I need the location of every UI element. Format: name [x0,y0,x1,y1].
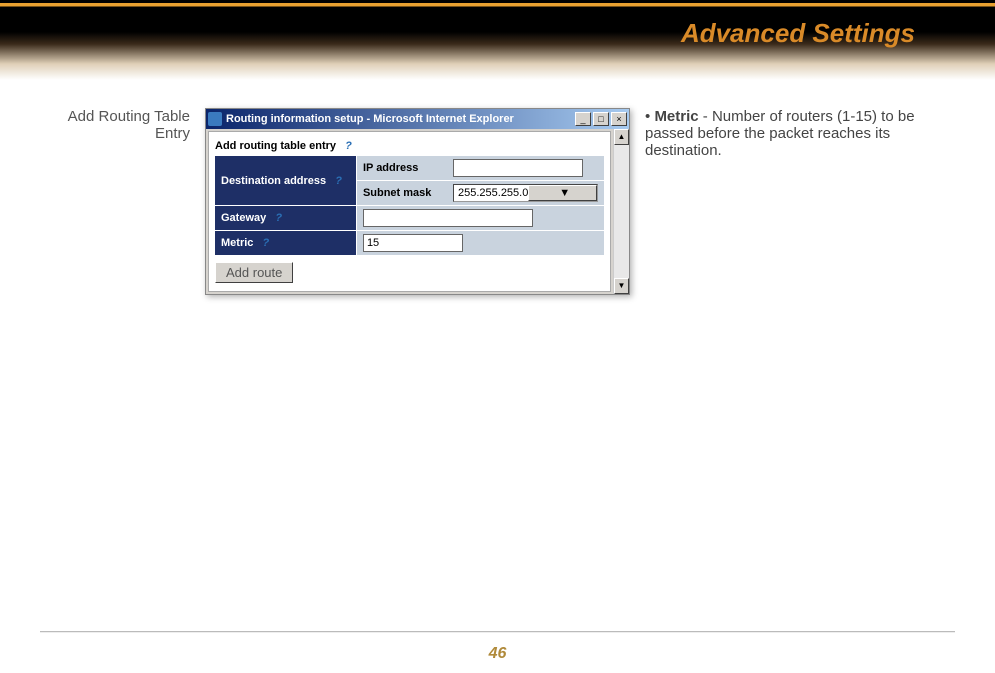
ip-input-cell [447,156,604,181]
footer-divider [40,631,955,633]
ie-icon [208,112,222,126]
scrollbar[interactable]: ▲ ▼ [613,129,629,294]
help-icon[interactable]: ? [275,212,282,224]
dialog-body: Add routing table entry ? Destination ad… [208,131,611,292]
restore-button[interactable]: □ [593,112,609,126]
description-term: Metric [654,108,698,125]
gateway-input[interactable] [363,209,533,227]
dest-label-cell: Destination address ? [215,156,356,206]
help-icon[interactable]: ? [335,175,342,187]
gateway-input-cell [356,206,604,231]
add-route-button[interactable]: Add route [215,262,293,283]
metric-label: Metric [221,237,253,249]
minimize-button[interactable]: _ [575,112,591,126]
form-heading: Add routing table entry ? [215,140,604,156]
subnet-mask-select[interactable]: 255.255.255.0 ▼ [453,184,598,202]
metric-label-cell: Metric ? [215,231,356,256]
routing-dialog: Routing information setup - Microsoft In… [205,108,630,295]
page-number: 46 [0,645,995,663]
form-heading-text: Add routing table entry [215,140,336,152]
scroll-down-icon[interactable]: ▼ [614,278,629,294]
gateway-label-cell: Gateway ? [215,206,356,231]
help-icon[interactable]: ? [345,140,352,152]
close-button[interactable]: × [611,112,627,126]
metric-input-cell [356,231,604,256]
window-titlebar: Routing information setup - Microsoft In… [206,109,629,129]
metric-input[interactable] [363,234,463,252]
mask-input-cell: 255.255.255.0 ▼ [447,181,604,206]
help-icon[interactable]: ? [262,237,269,249]
chevron-down-icon: ▼ [528,185,597,201]
bullet: • [645,108,650,125]
mask-label: Subnet mask [356,181,447,206]
window-title: Routing information setup - Microsoft In… [226,113,573,125]
gateway-label: Gateway [221,212,266,224]
description-text: • Metric - Number of routers (1-15) to b… [645,108,925,159]
routing-form-table: Destination address ? IP address Subnet … [215,156,604,256]
subnet-mask-value: 255.255.255.0 [454,187,528,199]
scroll-up-icon[interactable]: ▲ [614,129,629,145]
section-label: Add Routing Table Entry [50,108,190,142]
page-title: Advanced Settings [681,18,915,49]
dest-label: Destination address [221,175,326,187]
ip-label: IP address [356,156,447,181]
ip-address-input[interactable] [453,159,583,177]
header-band: Advanced Settings [0,0,995,80]
